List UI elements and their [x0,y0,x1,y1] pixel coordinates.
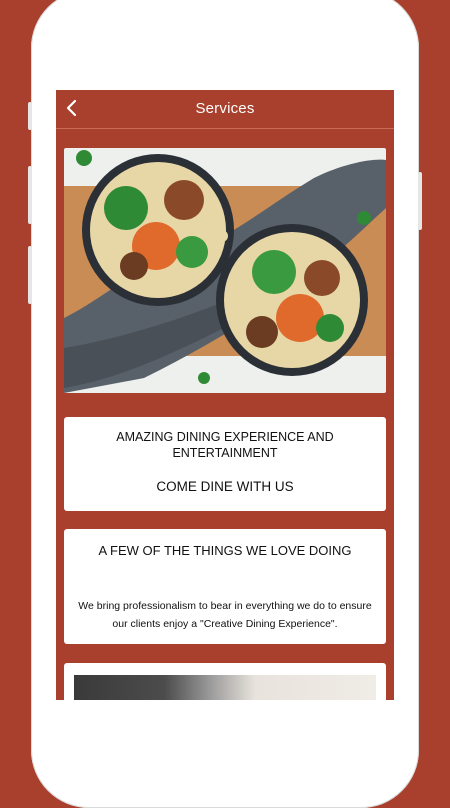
card-body: We bring professionalism to bear in ever… [78,600,372,630]
card-subheading: COME DINE WITH US [156,479,294,494]
image-card [64,663,386,700]
mute-switch [28,102,32,130]
page-title: Services [195,100,255,117]
hero-image [64,148,386,393]
card-heading: A FEW OF THE THINGS WE LOVE DOING [98,543,352,558]
power-button [418,172,422,230]
card-image [74,675,376,700]
card-heading: AMAZING DINING EXPERIENCE AND ENTERTAINM… [116,430,334,460]
top-bar: Services [56,90,394,129]
dining-card: AMAZING DINING EXPERIENCE AND ENTERTAINM… [64,417,386,511]
things-card: A FEW OF THE THINGS WE LOVE DOING We bri… [64,529,386,644]
app-screen: Services AMAZING DINING EXPERIENCE AND E… [56,90,394,700]
volume-up-button [28,166,32,224]
volume-down-button [28,246,32,304]
